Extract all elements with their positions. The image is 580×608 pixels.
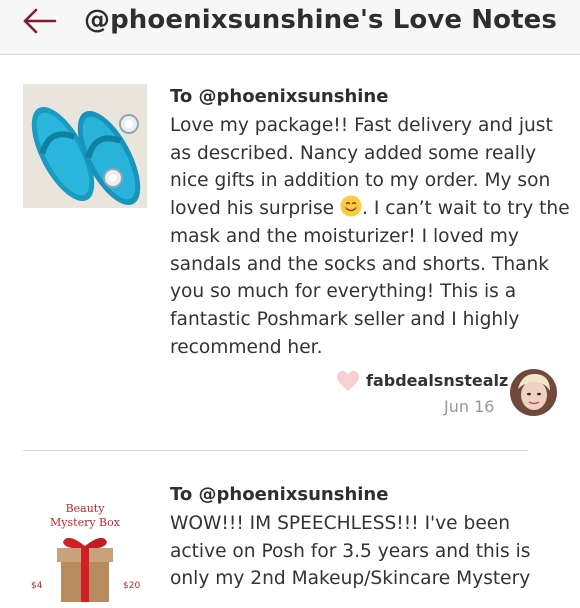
- note-message: Love my package!! Fast delivery and just…: [170, 112, 570, 361]
- avatar[interactable]: [510, 369, 557, 416]
- smiling-face-emoji: [340, 195, 362, 217]
- note-recipient[interactable]: To @phoenixsunshine: [170, 86, 388, 107]
- svg-text:$20: $20: [123, 581, 140, 591]
- thumbnail-caption: Beauty: [65, 502, 105, 515]
- top-bar: @phoenixsunshine's Love Notes: [0, 0, 580, 55]
- page-title: @phoenixsunshine's Love Notes: [84, 5, 557, 35]
- note-message: WOW!!! IM SPEECHLESS!!! I've been active…: [170, 513, 531, 590]
- note-recipient[interactable]: To @phoenixsunshine: [170, 484, 388, 505]
- back-button[interactable]: [22, 6, 62, 40]
- heart-icon: [337, 371, 359, 391]
- thumbnail-caption: Mystery Box: [50, 516, 120, 529]
- note-author[interactable]: fabdealsnstealz: [366, 371, 508, 390]
- back-arrow-icon: [23, 8, 57, 34]
- author-avatar-image: [510, 369, 557, 416]
- divider: [23, 450, 528, 451]
- blue-jelly-sandals-image: [23, 84, 147, 208]
- note-date: Jun 16: [444, 397, 495, 416]
- listing-thumbnail[interactable]: [23, 84, 147, 208]
- listing-thumbnail[interactable]: $4 $20 Beauty Mystery Box: [23, 484, 147, 608]
- note-message-text-continued: . I can’t wait to try the mask and the m…: [170, 198, 570, 358]
- svg-text:$4: $4: [31, 581, 43, 591]
